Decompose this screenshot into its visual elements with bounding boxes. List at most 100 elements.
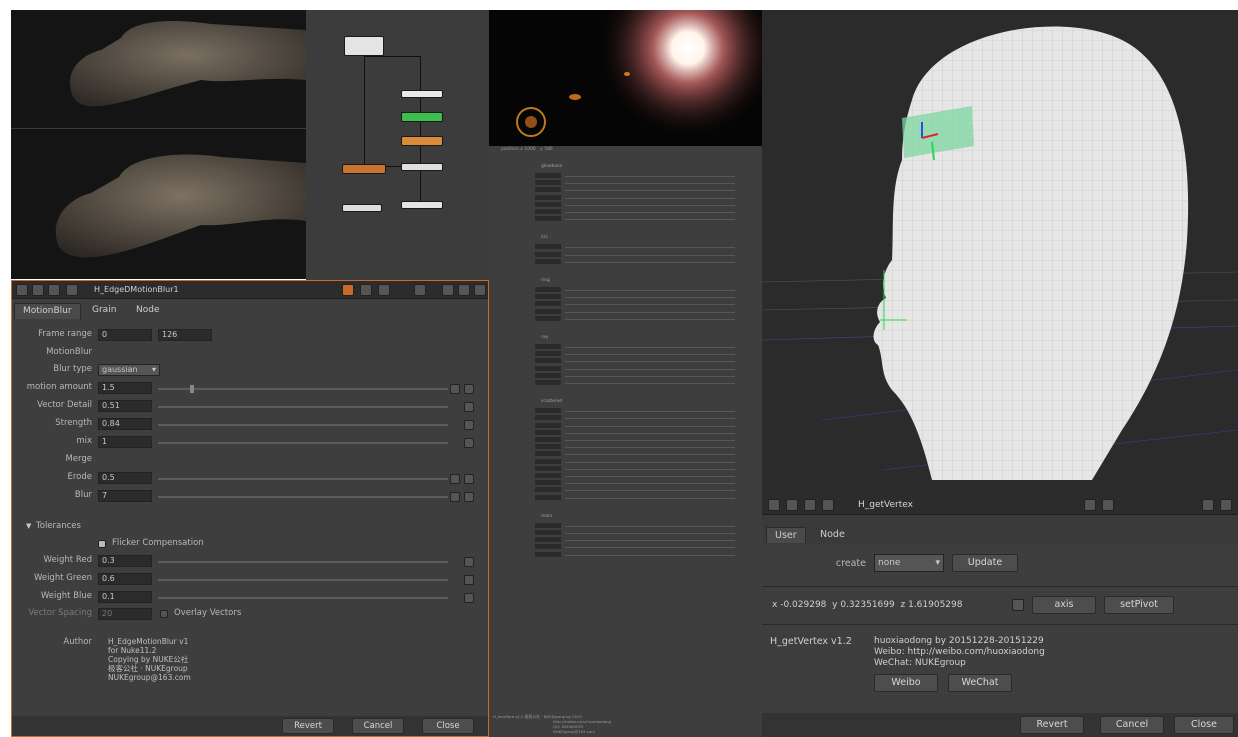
flare-param-slider[interactable]	[565, 468, 735, 470]
3d-viewer[interactable]	[761, 10, 1238, 495]
flare-param-field[interactable]	[535, 437, 561, 442]
weight-red-slider[interactable]	[158, 561, 448, 563]
flare-param-slider[interactable]	[565, 483, 735, 485]
vector-spacing-field[interactable]: 20	[98, 608, 152, 620]
flare-param-field[interactable]	[535, 544, 561, 550]
eye-icon[interactable]	[378, 284, 390, 296]
flare-param-field[interactable]	[535, 244, 561, 250]
flare-param-field[interactable]	[535, 194, 561, 200]
tab-grain[interactable]: Grain	[84, 303, 124, 319]
node-name-field[interactable]: H_EdgeDMotionBlur1	[94, 285, 179, 294]
eye-icon[interactable]	[1102, 499, 1114, 511]
flare-param-field[interactable]	[535, 287, 561, 292]
flare-param-slider[interactable]	[565, 304, 735, 306]
flare-param-slider[interactable]	[565, 254, 735, 256]
flare-param-slider[interactable]	[565, 447, 735, 449]
flare-param-slider[interactable]	[565, 383, 735, 384]
curve-icon[interactable]	[464, 384, 474, 394]
refresh-icon[interactable]	[1084, 499, 1096, 511]
flare-param-field[interactable]	[535, 187, 561, 193]
close-icon[interactable]	[1220, 499, 1232, 511]
merge-node-green[interactable]	[401, 112, 443, 122]
flare-param-field[interactable]	[535, 530, 561, 535]
animation-icon[interactable]	[464, 402, 474, 412]
flare-param-slider[interactable]	[565, 197, 735, 199]
strength-field[interactable]: 0.84	[98, 418, 152, 430]
flare-section-header[interactable]: ray	[541, 335, 548, 340]
motion-amount-knob[interactable]	[190, 385, 194, 393]
weight-green-slider[interactable]	[158, 579, 448, 581]
mix-slider[interactable]	[158, 442, 448, 444]
float-icon[interactable]	[32, 284, 44, 296]
flare-param-field[interactable]	[535, 487, 561, 493]
flare-param-field[interactable]	[535, 294, 561, 300]
x-value[interactable]: -0.029298	[780, 600, 826, 610]
close-button[interactable]: Close	[422, 718, 474, 734]
chevron-down-icon[interactable]: ▼	[26, 522, 31, 530]
flare-param-field[interactable]	[535, 308, 561, 314]
revert-button[interactable]: Revert	[282, 718, 334, 734]
collapse-icon[interactable]	[16, 284, 28, 296]
mix-field[interactable]: 1	[98, 436, 152, 448]
flare-param-slider[interactable]	[565, 497, 735, 499]
flare-param-field[interactable]	[535, 415, 561, 421]
write-node[interactable]	[342, 204, 382, 212]
flare-param-field[interactable]	[535, 351, 561, 357]
erode-slider[interactable]	[158, 478, 448, 480]
flare-param-field[interactable]	[535, 209, 561, 214]
transform-node-orange[interactable]	[401, 136, 443, 146]
animation-icon[interactable]	[464, 438, 474, 448]
motion-amount-field[interactable]: 1.5	[98, 382, 152, 394]
flare-param-field[interactable]	[535, 494, 561, 500]
flare-param-slider[interactable]	[565, 176, 735, 177]
viewer-node[interactable]	[401, 201, 443, 209]
frame-end-field[interactable]: 126	[158, 329, 212, 341]
flare-param-slider[interactable]	[565, 247, 735, 249]
flare-param-slider[interactable]	[565, 212, 735, 213]
axis-button[interactable]: axis	[1032, 596, 1096, 614]
position-field[interactable]: position x 1000 y 586	[501, 147, 553, 152]
blur-node-orange[interactable]	[342, 164, 386, 174]
revert-button[interactable]: Revert	[1020, 716, 1084, 734]
animation-icon[interactable]	[450, 492, 460, 502]
flare-param-field[interactable]	[535, 422, 561, 428]
flare-param-field[interactable]	[535, 258, 561, 264]
animation-icon[interactable]	[450, 474, 460, 484]
flare-param-slider[interactable]	[565, 432, 735, 434]
tab-node[interactable]: Node	[128, 303, 168, 319]
flare-param-slider[interactable]	[565, 554, 735, 556]
flare-param-slider[interactable]	[565, 261, 735, 263]
wechat-button[interactable]: WeChat	[948, 674, 1012, 692]
flare-param-slider[interactable]	[565, 361, 735, 363]
node-name-field[interactable]: H_getVertex	[858, 500, 913, 510]
minimize-icon[interactable]	[48, 284, 60, 296]
flare-param-field[interactable]	[535, 216, 561, 222]
update-button[interactable]: Update	[952, 554, 1018, 572]
flare-param-field[interactable]	[535, 465, 561, 471]
flare-param-slider[interactable]	[565, 547, 735, 549]
animation-icon[interactable]	[464, 557, 474, 567]
flare-param-slider[interactable]	[565, 525, 735, 527]
float-icon[interactable]	[786, 499, 798, 511]
flare-param-slider[interactable]	[565, 190, 735, 192]
strength-slider[interactable]	[158, 424, 448, 426]
node-graph[interactable]	[306, 10, 489, 280]
flare-param-slider[interactable]	[565, 418, 735, 420]
motion-amount-slider[interactable]	[158, 388, 448, 390]
blur-slider[interactable]	[158, 496, 448, 498]
flare-param-slider[interactable]	[565, 183, 735, 185]
read-node[interactable]	[344, 36, 384, 56]
flare-param-field[interactable]	[535, 458, 561, 464]
flare-param-field[interactable]	[535, 380, 561, 385]
flare-param-slider[interactable]	[565, 425, 735, 427]
frame-start-field[interactable]: 0	[98, 329, 152, 341]
collapse-icon[interactable]	[768, 499, 780, 511]
flare-param-slider[interactable]	[565, 311, 735, 313]
flare-param-field[interactable]	[535, 480, 561, 486]
curve-icon[interactable]	[464, 474, 474, 484]
flare-param-field[interactable]	[535, 365, 561, 371]
flare-param-slider[interactable]	[565, 347, 735, 348]
flare-param-slider[interactable]	[565, 354, 735, 356]
flare-param-slider[interactable]	[565, 411, 735, 413]
close-button[interactable]: Close	[1174, 716, 1234, 734]
